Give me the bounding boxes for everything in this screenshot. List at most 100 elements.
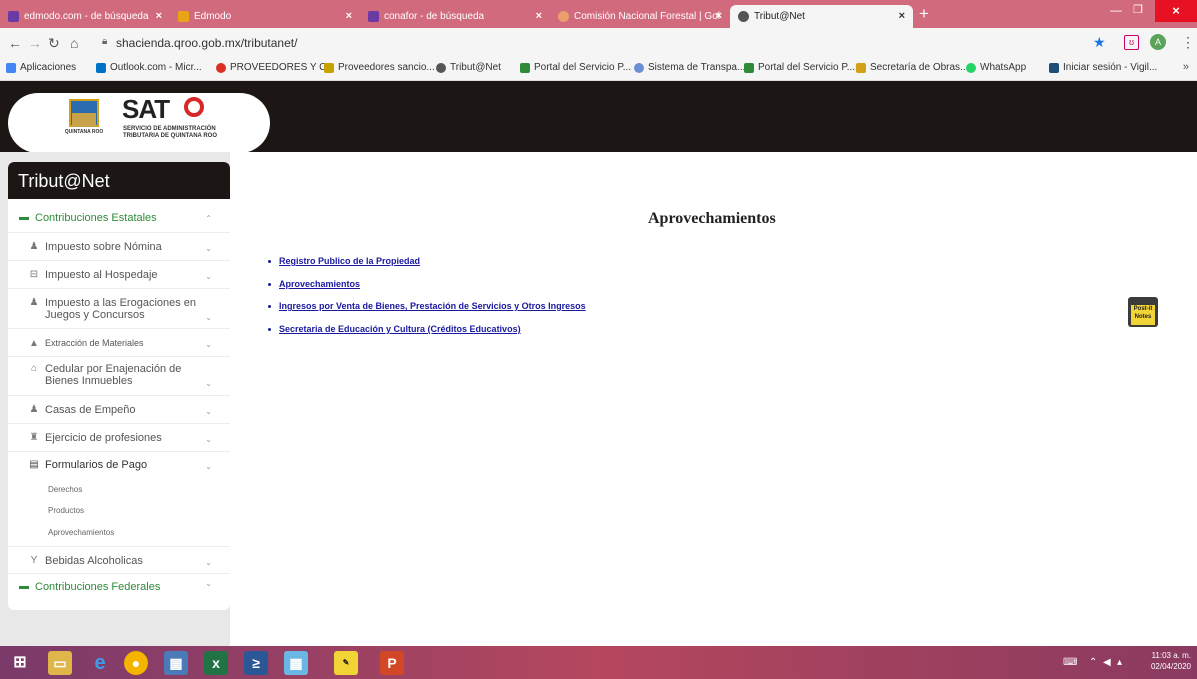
close-tab-icon[interactable]: × [346,10,352,22]
menu-ejercicio-profesiones[interactable]: ♜ Ejercicio de profesiones ⌄ [8,432,230,444]
internet-explorer-icon[interactable]: e [88,651,112,675]
person-icon: ♟ [29,297,39,308]
clock-date: 02/04/2020 [1150,662,1191,671]
menu-casas-empeno[interactable]: ♟ Casas de Empeño ⌄ [8,404,230,416]
bookmark-item[interactable]: Sistema de Transpa... [634,62,745,73]
volume-icon[interactable]: ◀ [1103,657,1111,668]
link-text[interactable]: Ingresos por Venta de Bienes, Prestación… [279,301,586,311]
menu-impuesto-nomina[interactable]: ♟ Impuesto sobre Nómina ⌄ [8,241,230,253]
browser-tab[interactable]: Comisión Nacional Forestal | Gol × [550,5,730,28]
bookmark-star-icon[interactable]: ★ [1093,34,1106,51]
sat-logo[interactable]: QUINTANA ROO SAT SERVICIO DE ADMINISTRAC… [8,93,270,153]
bookmarks-overflow-icon[interactable]: » [1183,61,1189,73]
menu-contribuciones-federales[interactable]: ▬ Contribuciones Federales ⌄ [8,579,230,593]
lock-icon[interactable]: 🔒︎ [102,36,107,47]
menu-impuesto-hospedaje[interactable]: ⊟ Impuesto al Hospedaje ⌄ [8,269,230,281]
remote-desktop-icon[interactable]: ▦ [284,651,308,675]
restore-icon[interactable]: ❐ [1133,3,1143,16]
menu-cedular-enajenacion[interactable]: ⌂ Cedular por Enajenación de Bienes Inmu… [8,363,212,388]
menu-label: Extracción de Materiales [45,338,144,348]
link-text[interactable]: Registro Publico de la Propiedad [279,256,420,266]
chevron-up-icon: ⌃ [205,214,212,223]
post-it-notes-icon[interactable]: Post-it Notes [1128,297,1158,327]
bullet-icon [268,283,271,287]
excel-icon[interactable]: x [204,651,228,675]
minimize-icon[interactable]: — [1110,3,1122,17]
menu-label: Cedular por Enajenación de Bienes Inmueb… [45,363,182,387]
system-clock[interactable]: 11:03 a. m. 02/04/2020 [1151,650,1191,672]
close-tab-icon[interactable]: × [716,10,722,22]
bookmark-favicon-icon [520,62,530,73]
browser-tab[interactable]: edmodo.com - de búsqueda × [0,5,170,28]
windows-start-icon[interactable]: ⊞ [8,651,32,675]
window-close-icon[interactable]: × [1155,0,1197,22]
edmodo-icon [178,11,189,22]
menu-label: Impuesto al Hospedaje [45,269,158,281]
browser-tab[interactable]: Edmodo × [170,5,360,28]
chevron-down-icon: ⌄ [205,435,212,444]
url-field[interactable]: shacienda.qroo.gob.mx/tributanet/ [116,36,297,50]
menu-bebidas-alcoholicas[interactable]: Y Bebidas Alcoholicas ⌄ [8,555,230,567]
tray-arrow-icon[interactable]: ⌃ [1089,657,1097,668]
close-tab-icon[interactable]: × [899,10,905,22]
network-icon[interactable]: ▴ [1117,657,1122,668]
forward-icon[interactable]: → [28,35,42,51]
profile-avatar[interactable]: A [1150,34,1166,50]
bookmark-label: Secretaría de Obras... [870,62,969,73]
browser-tab[interactable]: conafor - de búsqueda × [360,5,550,28]
link-aprovechamientos[interactable]: Aprovechamientos [268,279,668,289]
bookmark-favicon-icon [634,62,644,73]
menu-label: Ejercicio de profesiones [45,432,162,444]
submenu-derechos[interactable]: Derechos [48,485,82,494]
chevron-down-icon: ⌄ [205,340,212,349]
browser-tab-active[interactable]: Tribut@Net × [730,5,913,28]
word-icon[interactable]: ≥ [244,651,268,675]
file-explorer-icon[interactable]: ▭ [48,651,72,675]
menu-contribuciones-estatales[interactable]: ▬ Contribuciones Estatales ⌃ [8,212,230,224]
close-tab-icon[interactable]: × [156,10,162,22]
bookmarks-bar: Aplicaciones Outlook.com - Micr... PROVE… [0,57,1197,81]
new-tab-icon[interactable]: + [919,5,929,23]
bookmark-item[interactable]: WhatsApp [966,62,1026,73]
bookmark-apps[interactable]: Aplicaciones [6,62,76,73]
glass-icon: Y [30,555,38,566]
reload-icon[interactable]: ↻ [48,35,60,52]
submenu-productos[interactable]: Productos [48,506,84,515]
post-it-taskbar-icon[interactable]: ✎ [334,651,358,675]
bookmark-item[interactable]: Portal del Servicio P... [520,62,631,73]
site-header: QUINTANA ROO SAT SERVICIO DE ADMINISTRAC… [0,81,1197,153]
link-ingresos-venta[interactable]: Ingresos por Venta de Bienes, Prestación… [268,301,668,311]
bookmark-item[interactable]: Proveedores sancio... [324,62,435,73]
globe-icon [738,11,749,22]
tab-label: Edmodo [194,11,232,22]
bookmark-item[interactable]: Tribut@Net [436,62,501,73]
conafor-icon [558,11,569,22]
chrome-icon[interactable]: ● [124,651,148,675]
bookmark-label: Aplicaciones [20,62,77,73]
bookmark-item[interactable]: PROVEEDORES Y C... [216,62,335,73]
bookmark-item[interactable]: Iniciar sesión - Vigil... [1049,62,1157,73]
menu-impuesto-erogaciones[interactable]: ♟ Impuesto a las Erogaciones en Juegos y… [8,297,212,322]
page-content: Tribut@Net ▬ Contribuciones Estatales ⌃ … [0,152,1197,646]
bookmark-label: WhatsApp [980,62,1027,73]
bookmark-item[interactable]: Outlook.com - Micr... [96,62,202,73]
keyboard-icon[interactable]: ⌨ [1063,657,1077,668]
back-icon[interactable]: ← [8,35,22,51]
menu-formularios-pago[interactable]: ▤ Formularios de Pago ⌄ [8,459,230,471]
whatsapp-icon [966,62,976,73]
extension-icon[interactable]: ʊ [1124,35,1139,50]
menu-extraccion-materiales[interactable]: ▲ Extracción de Materiales ⌄ [8,338,230,349]
link-registro-publico[interactable]: Registro Publico de la Propiedad [268,256,668,266]
submenu-aprovechamientos[interactable]: Aprovechamientos [48,528,114,537]
powerpoint-icon[interactable]: P [380,651,404,675]
bookmark-item[interactable]: Secretaría de Obras... [856,62,968,73]
link-text[interactable]: Secretaria de Educación y Cultura (Crédi… [279,324,521,334]
bookmark-label: PROVEEDORES Y C... [230,62,335,73]
home-icon[interactable]: ⌂ [70,35,78,51]
link-secretaria-educacion[interactable]: Secretaria de Educación y Cultura (Crédi… [268,324,668,334]
bookmark-item[interactable]: Portal del Servicio P... [744,62,855,73]
browser-menu-icon[interactable]: ⋮ [1181,34,1195,51]
close-tab-icon[interactable]: × [536,10,542,22]
link-text[interactable]: Aprovechamientos [279,279,360,289]
calculator-icon[interactable]: ▦ [164,651,188,675]
